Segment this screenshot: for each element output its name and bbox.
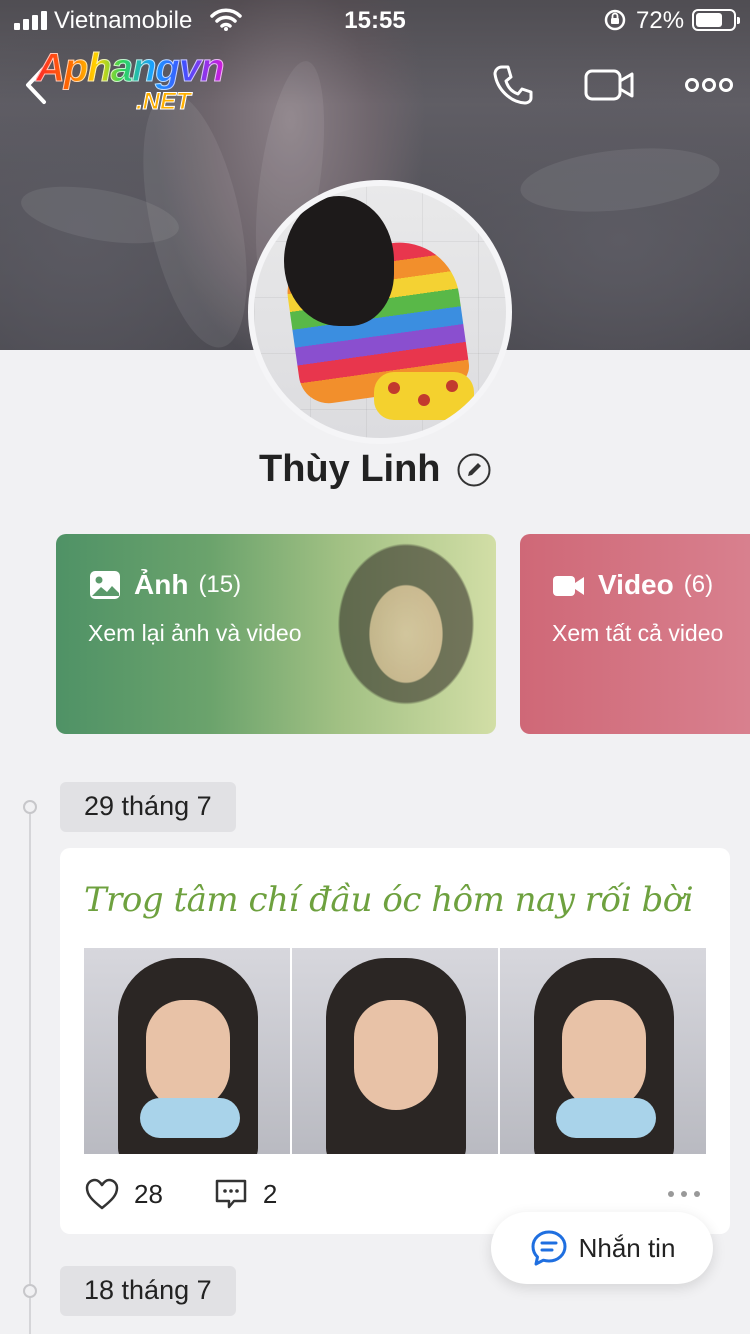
- date-header: 29 tháng 7: [60, 782, 236, 832]
- rotation-lock-icon: [604, 9, 626, 31]
- status-bar: Vietnamobile 15:55 72%: [0, 0, 750, 42]
- date-header: 18 tháng 7: [60, 1266, 236, 1316]
- timeline-post[interactable]: Trog tâm chí đầu óc hôm nay rối bời 28 2: [60, 848, 730, 1234]
- post-more-icon[interactable]: [666, 1188, 702, 1200]
- timeline-dot: [23, 800, 37, 814]
- videos-count: (6): [683, 571, 714, 598]
- watermark-logo: Aphangvn .NET: [36, 46, 276, 122]
- photos-count: (15): [198, 571, 242, 598]
- avatar-photo: [254, 186, 506, 438]
- timeline-dot: [23, 1284, 37, 1298]
- timeline-line: [29, 808, 31, 1334]
- chat-bubble-icon: [531, 1230, 567, 1266]
- photos-card[interactable]: Ảnh (15) Xem lại ảnh và video: [56, 534, 496, 734]
- post-photo[interactable]: [500, 948, 706, 1154]
- battery-percent: 72%: [636, 7, 685, 34]
- comment-count: 2: [262, 1178, 278, 1209]
- more-options-icon[interactable]: [682, 58, 736, 112]
- profile-name: Thùy Linh: [259, 448, 441, 490]
- message-button-label: Nhắn tin: [578, 1232, 676, 1263]
- edit-pencil-icon[interactable]: [457, 453, 491, 487]
- photos-subtitle: Xem lại ảnh và video: [88, 620, 302, 646]
- videos-label: Video: [598, 569, 674, 600]
- logo-text: Aphangvn: [36, 46, 226, 91]
- video-camera-icon: [553, 576, 584, 596]
- video-call-icon[interactable]: [582, 58, 636, 112]
- post-photo[interactable]: [292, 948, 498, 1154]
- comment-icon[interactable]: [213, 1177, 249, 1211]
- message-button[interactable]: Nhắn tin: [491, 1212, 713, 1284]
- logo-subtext: .NET: [136, 88, 192, 116]
- profile-name-row: Thùy Linh: [0, 448, 750, 494]
- phone-icon[interactable]: [486, 58, 540, 112]
- image-icon: [90, 571, 120, 599]
- heart-icon[interactable]: [84, 1177, 120, 1211]
- videos-subtitle: Xem tất cả video: [552, 620, 724, 646]
- post-photo[interactable]: [84, 948, 290, 1154]
- avatar[interactable]: [248, 180, 512, 444]
- battery-icon: [692, 9, 740, 31]
- battery-fill: [696, 13, 722, 27]
- videos-card[interactable]: Video (6) Xem tất cả video: [520, 534, 750, 734]
- photos-label: Ảnh: [134, 569, 189, 600]
- post-text: Trog tâm chí đầu óc hôm nay rối bời: [84, 880, 694, 920]
- like-count: 28: [134, 1178, 163, 1209]
